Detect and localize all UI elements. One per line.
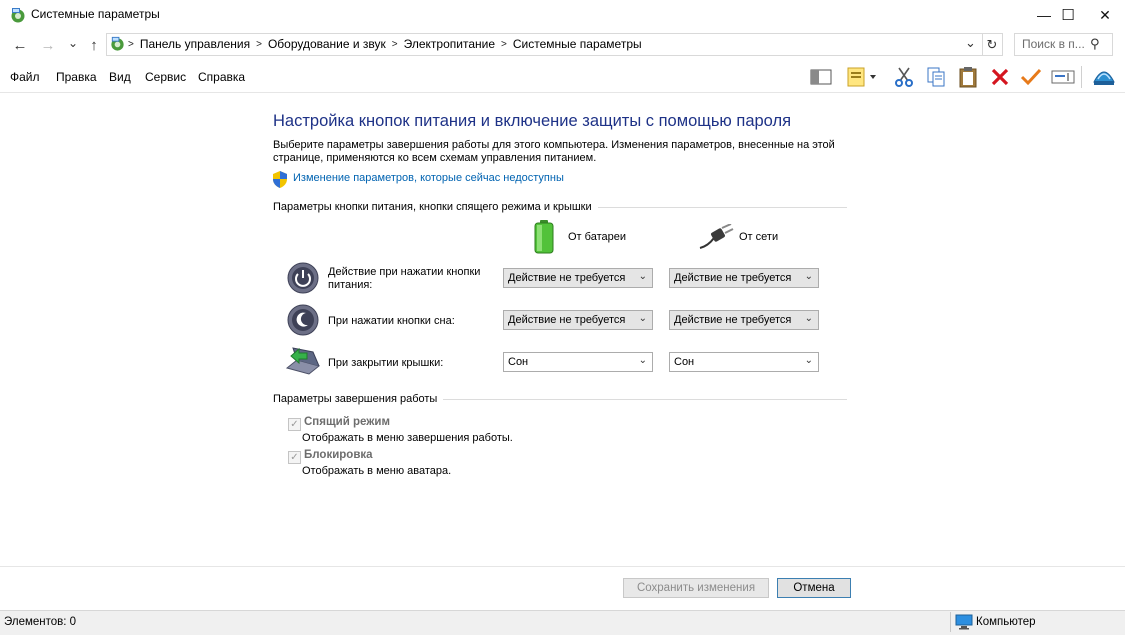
breadcrumb-separator[interactable]: > (128, 39, 134, 50)
lock-checkbox-description: Отображать в меню аватара. (302, 465, 452, 477)
recent-locations-button[interactable]: ⌄ (63, 34, 83, 52)
breadcrumb: > Панель управления > Оборудование и зву… (128, 37, 642, 51)
search-placeholder: Поиск в п... (1022, 37, 1085, 51)
menu-view[interactable]: Вид (109, 70, 131, 84)
uac-shield-icon (273, 171, 287, 188)
computer-icon (955, 614, 973, 630)
control-panel-icon (11, 8, 25, 23)
title-bar (0, 0, 1125, 30)
intro-text: Выберите параметры завершения работы для… (273, 139, 835, 164)
checkmark-icon[interactable] (1018, 64, 1044, 90)
sleep-button-label: При нажатии кнопки сна: (328, 315, 455, 327)
power-button-ac-select[interactable]: Действие не требуется ⌄ (669, 268, 819, 288)
up-button[interactable]: ↑ (84, 36, 104, 54)
address-dropdown-button[interactable]: ⌄ (965, 35, 976, 51)
breadcrumb-separator[interactable]: > (501, 39, 507, 50)
page-title: Настройка кнопок питания и включение защ… (273, 112, 792, 130)
power-button-battery-select[interactable]: Действие не требуется ⌄ (503, 268, 653, 288)
forward-button[interactable]: → (38, 36, 58, 54)
change-unavailable-settings-link[interactable]: Изменение параметров, которые сейчас нед… (293, 172, 564, 184)
status-divider (950, 612, 951, 632)
menu-file[interactable]: Файл (10, 70, 40, 84)
footer-divider (0, 566, 1125, 567)
group-title-buttons: Параметры кнопки питания, кнопки спящего… (273, 201, 598, 213)
select-value: Действие не требуется (508, 314, 626, 326)
battery-icon (534, 220, 554, 254)
sleep-checkbox-label: Спящий режим (304, 416, 390, 428)
lid-close-label: При закрытии крышки: (328, 357, 444, 369)
power-plug-icon (699, 224, 734, 249)
cancel-button[interactable]: Отмена (777, 578, 851, 598)
sleep-button-battery-select[interactable]: Действие не требуется ⌄ (503, 310, 653, 330)
column-header-battery: От батареи (568, 231, 626, 243)
breadcrumb-item[interactable]: Системные параметры (513, 37, 642, 51)
breadcrumb-separator[interactable]: > (392, 39, 398, 50)
lock-checkbox-label: Блокировка (304, 449, 373, 461)
rename-icon[interactable] (1050, 64, 1076, 90)
control-panel-icon (111, 36, 124, 51)
breadcrumb-separator[interactable]: > (256, 39, 262, 50)
power-button-icon (287, 262, 319, 294)
select-value: Сон (674, 356, 695, 368)
power-button-label: Действие при нажатии кнопки питания: (328, 266, 481, 291)
sleep-button-icon (287, 304, 319, 336)
chevron-down-icon: ⌄ (804, 355, 813, 366)
layout-icon[interactable] (808, 64, 834, 90)
select-value: Сон (508, 356, 529, 368)
chevron-down-icon: ⌄ (638, 355, 647, 366)
search-icon[interactable]: ⚲ (1090, 36, 1100, 52)
laptop-lid-icon (285, 347, 321, 375)
breadcrumb-item[interactable]: Электропитание (404, 37, 495, 51)
lock-checkbox[interactable]: ✓ (288, 451, 301, 464)
breadcrumb-item[interactable]: Оборудование и звук (268, 37, 386, 51)
lid-close-battery-select[interactable]: Сон ⌄ (503, 352, 653, 372)
copy-icon[interactable] (923, 64, 949, 90)
menu-help[interactable]: Справка (198, 70, 245, 84)
paste-icon[interactable] (955, 64, 981, 90)
delete-icon[interactable] (987, 64, 1013, 90)
menu-tools[interactable]: Сервис (145, 70, 186, 84)
options-icon[interactable] (1091, 64, 1117, 90)
select-value: Действие не требуется (674, 272, 792, 284)
sleep-checkbox-description: Отображать в меню завершения работы. (302, 432, 513, 444)
column-header-ac: От сети (739, 231, 779, 243)
select-value: Действие не требуется (508, 272, 626, 284)
select-value: Действие не требуется (674, 314, 792, 326)
cut-icon[interactable] (891, 64, 917, 90)
save-changes-button[interactable]: Сохранить изменения (623, 578, 769, 598)
chevron-down-icon: ⌄ (638, 271, 647, 282)
sleep-button-ac-select[interactable]: Действие не требуется ⌄ (669, 310, 819, 330)
close-button[interactable]: ✕ (1082, 0, 1125, 30)
status-location: Компьютер (976, 616, 1036, 628)
properties-icon[interactable] (844, 64, 880, 90)
breadcrumb-item[interactable]: Панель управления (140, 37, 250, 51)
lid-close-ac-select[interactable]: Сон ⌄ (669, 352, 819, 372)
window-title: Системные параметры (31, 7, 160, 21)
chevron-down-icon: ⌄ (804, 313, 813, 324)
status-item-count: Элементов: 0 (4, 616, 77, 628)
group-title-shutdown: Параметры завершения работы (273, 393, 444, 405)
toolbar-divider (1081, 66, 1082, 88)
menu-edit[interactable]: Правка (56, 70, 97, 84)
chevron-down-icon: ⌄ (638, 313, 647, 324)
back-button[interactable]: ← (10, 36, 30, 54)
refresh-button[interactable]: ↻ (982, 33, 1003, 56)
chevron-down-icon: ⌄ (804, 271, 813, 282)
sleep-checkbox[interactable]: ✓ (288, 418, 301, 431)
